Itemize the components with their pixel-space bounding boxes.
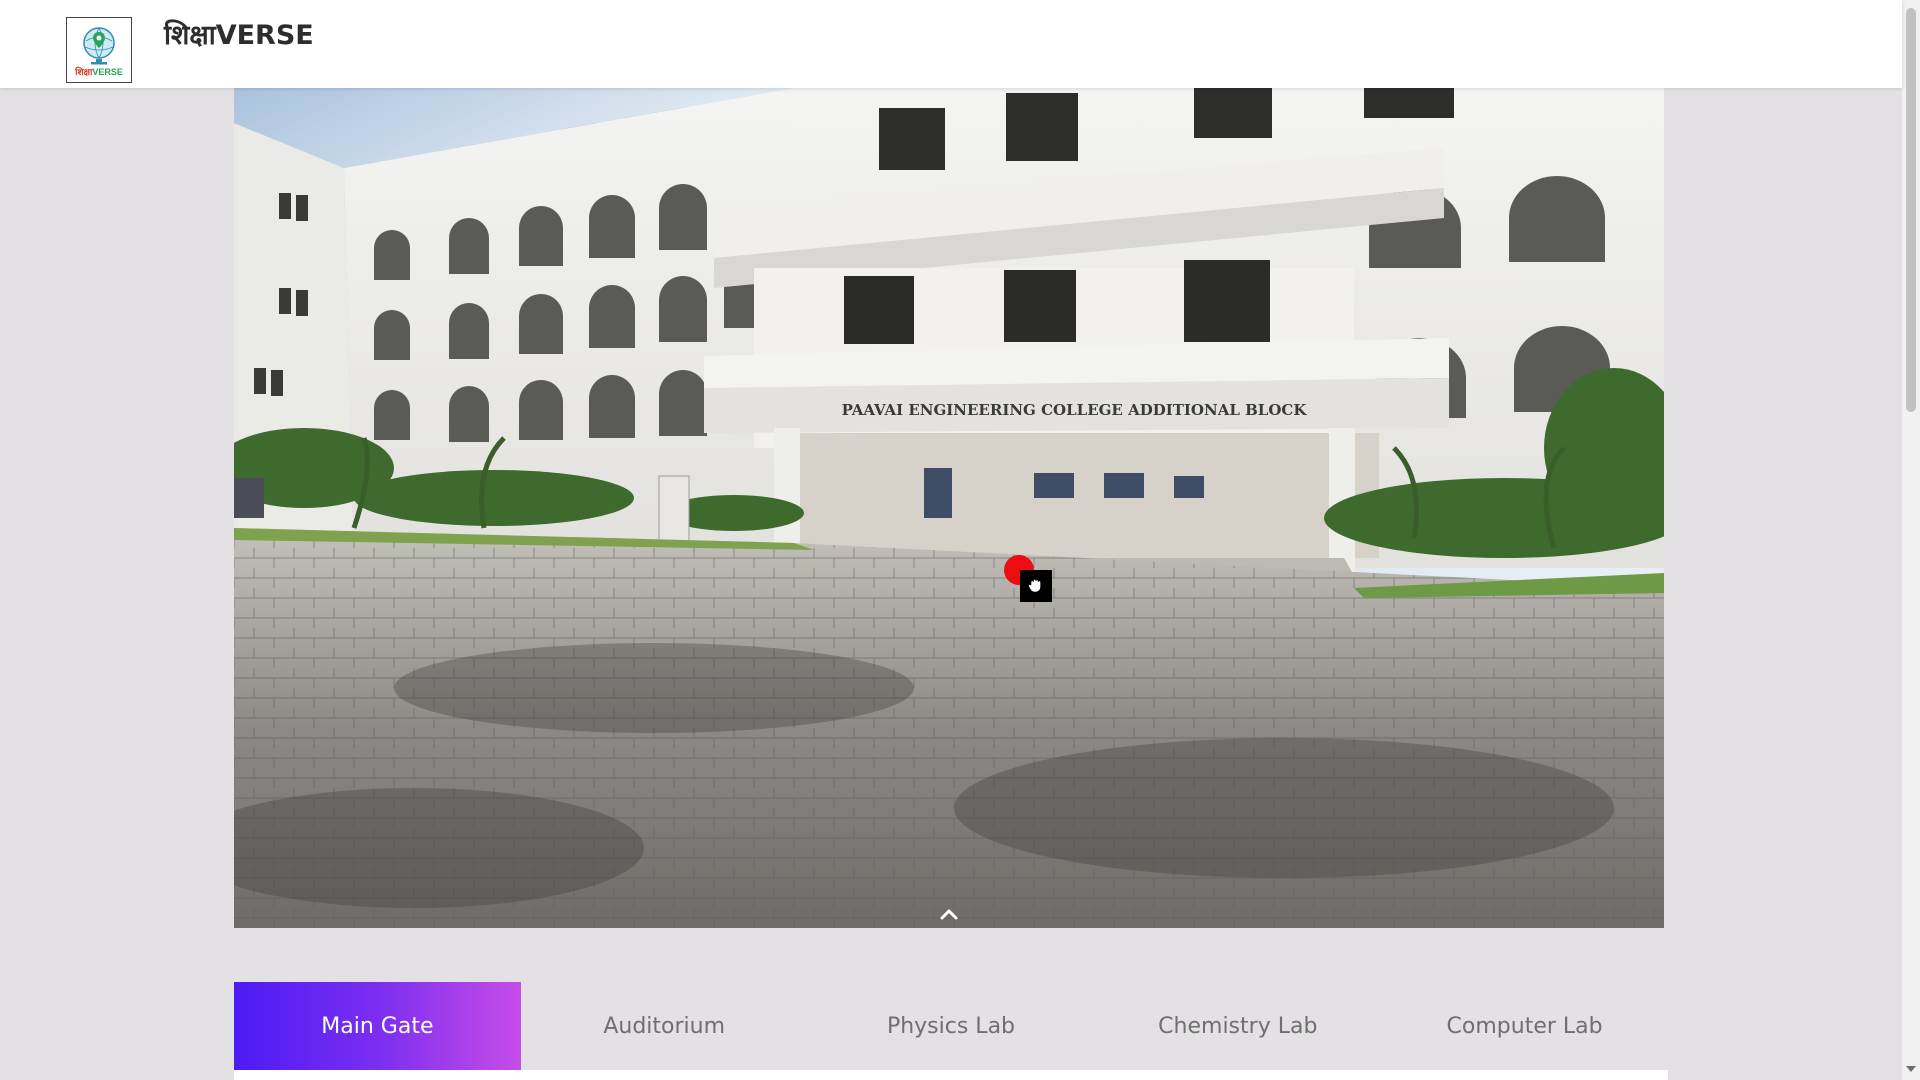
globe-pin-icon [83, 27, 115, 65]
content-panel [234, 1070, 1668, 1080]
tab-physics-lab[interactable]: Physics Lab [808, 982, 1095, 1070]
brand-title: शिक्षाVERSE [164, 20, 314, 51]
logo-wordmark-verse: VERSE [92, 67, 123, 77]
top-navbar: शिक्षाVERSE शिक्षाVERSE [0, 0, 1902, 88]
logo-wordmark-hindi: शिक्षा [75, 67, 93, 77]
tab-auditorium[interactable]: Auditorium [521, 982, 808, 1070]
tab-main-gate[interactable]: Main Gate [234, 982, 521, 1070]
tab-chemistry-lab[interactable]: Chemistry Lab [1094, 982, 1381, 1070]
building-sign-text: PAAVAI ENGINEERING COLLEGE ADDITIONAL BL… [842, 401, 1308, 419]
tab-computer-lab[interactable]: Computer Lab [1381, 982, 1668, 1070]
campus-panorama-image: PAAVAI ENGINEERING COLLEGE ADDITIONAL BL… [234, 88, 1664, 928]
vertical-scrollbar[interactable] [1902, 0, 1920, 1080]
grab-hand-icon [1020, 570, 1052, 602]
logo-wordmark: शिक्षाVERSE [75, 67, 123, 77]
panorama-viewer[interactable]: PAAVAI ENGINEERING COLLEGE ADDITIONAL BL… [234, 88, 1664, 928]
site-logo[interactable]: शिक्षाVERSE [66, 17, 132, 83]
location-tabs: Main Gate Auditorium Physics Lab Chemist… [234, 982, 1668, 1070]
scroll-down-arrow-icon[interactable] [1906, 1066, 1916, 1072]
scrollbar-thumb[interactable] [1906, 8, 1916, 412]
chevron-up-icon[interactable] [937, 906, 961, 922]
